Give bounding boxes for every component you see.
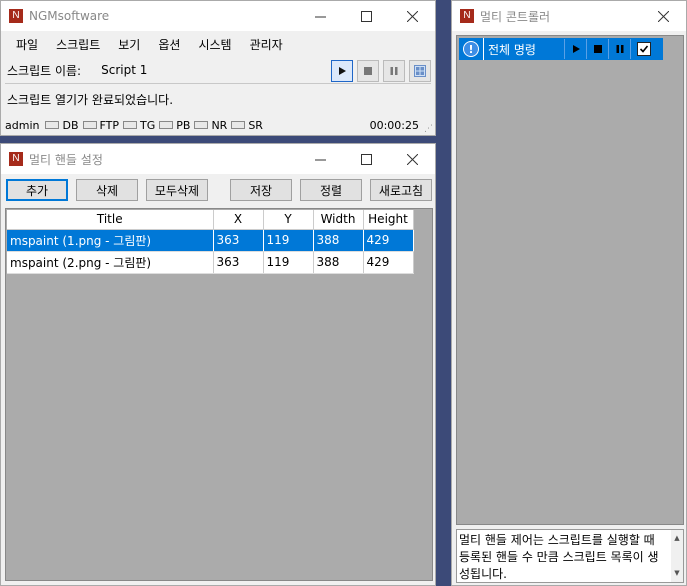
cell-title[interactable]: mspaint (2.png - 그림판)	[7, 251, 214, 274]
cell-x[interactable]: 363	[213, 229, 264, 252]
grid-view-button[interactable]	[409, 60, 431, 82]
play-icon	[572, 45, 580, 53]
play-button[interactable]	[331, 60, 353, 82]
script-row: 스크립트 이름: Script 1	[1, 57, 435, 83]
app-icon: N	[9, 152, 23, 166]
statusbar: admin DB FTP TG PB NR SR 00:00:25 ⋰	[1, 114, 435, 135]
indicator-ftp: FTP	[82, 119, 119, 132]
indicator-db: DB	[45, 119, 79, 132]
menu-options[interactable]: 옵션	[149, 36, 189, 53]
menu-system[interactable]: 시스템	[189, 36, 240, 53]
maximize-button[interactable]	[343, 1, 389, 31]
description-text: 멀티 핸들 제어는 스크립트를 실행할 때 등록된 핸들 수 만큼 스크립트 목…	[459, 533, 659, 581]
select-all-toggle[interactable]	[630, 39, 652, 59]
close-button[interactable]	[640, 1, 686, 31]
column-header-y[interactable]: Y	[263, 210, 314, 230]
main-window-title: NGMsoftware	[29, 9, 110, 23]
indicator-nr: NR	[194, 119, 227, 132]
play-all-button[interactable]	[564, 39, 586, 59]
app-icon: N	[460, 9, 474, 23]
menu-script[interactable]: 스크립트	[47, 36, 109, 53]
divider	[483, 38, 484, 60]
pause-icon	[390, 67, 398, 75]
play-icon	[339, 67, 346, 75]
cell-x[interactable]: 363	[213, 251, 264, 274]
delete-button[interactable]: 삭제	[76, 179, 138, 201]
script-name-value: Script 1	[101, 63, 148, 77]
app-icon: N	[9, 9, 23, 23]
all-command-label: 전체 명령	[488, 42, 536, 57]
cell-height[interactable]: 429	[363, 251, 414, 274]
close-button[interactable]	[389, 1, 435, 31]
add-button[interactable]: 추가	[6, 179, 68, 201]
menu-file[interactable]: 파일	[7, 36, 47, 53]
column-header-width[interactable]: Width	[313, 210, 364, 230]
menu-view[interactable]: 보기	[109, 36, 149, 53]
cell-width[interactable]: 388	[313, 229, 364, 252]
close-button[interactable]	[389, 144, 435, 174]
column-header-x[interactable]: X	[213, 210, 264, 230]
cell-y[interactable]: 119	[263, 229, 314, 252]
indicator-sr: SR	[231, 119, 263, 132]
status-message: 스크립트 열기가 완료되었습니다.	[7, 92, 174, 107]
user-label: admin	[5, 118, 40, 132]
resize-grip-icon[interactable]: ⋰	[424, 124, 433, 134]
cell-height[interactable]: 429	[363, 229, 414, 252]
delete-all-button[interactable]: 모두삭제	[146, 179, 208, 201]
pause-button[interactable]	[383, 60, 405, 82]
menubar: 파일 스크립트 보기 옵션 시스템 관리자	[1, 31, 435, 57]
cell-title[interactable]: mspaint (1.png - 그림판)	[7, 229, 214, 252]
pause-all-button[interactable]	[608, 39, 630, 59]
description-scrollbar[interactable]: ▲ ▼	[671, 530, 683, 582]
main-titlebar[interactable]: N NGMsoftware	[1, 1, 435, 31]
main-window: N NGMsoftware 파일 스크립트 보기 옵션 시스템 관리자 스크립트…	[0, 0, 436, 136]
handle-window-title: 멀티 핸들 설정	[29, 152, 103, 167]
sort-button[interactable]: 정렬	[300, 179, 362, 201]
controller-list[interactable]: ! 전체 명령	[456, 35, 684, 525]
multi-controller-window: N 멀티 콘트롤러 ! 전체 명령 멀티 핸들 제어는 스크립트를 실행할 때 …	[451, 0, 687, 586]
save-button[interactable]: 저장	[230, 179, 292, 201]
cell-width[interactable]: 388	[313, 251, 364, 274]
stop-all-button[interactable]	[586, 39, 608, 59]
scroll-down-icon[interactable]: ▼	[674, 565, 679, 582]
stop-button[interactable]	[357, 60, 379, 82]
stop-icon	[593, 45, 602, 53]
controller-description: 멀티 핸들 제어는 스크립트를 실행할 때 등록된 핸들 수 만큼 스크립트 목…	[456, 529, 684, 583]
table-row[interactable]: mspaint (2.png - 그림판) 363 119 388 429	[7, 251, 414, 274]
warning-icon: !	[463, 41, 479, 57]
maximize-button[interactable]	[343, 144, 389, 174]
indicator-pb: PB	[159, 119, 190, 132]
grid-icon	[414, 65, 426, 77]
column-header-height[interactable]: Height	[363, 210, 414, 230]
checkbox-checked-icon[interactable]	[636, 42, 651, 56]
controller-titlebar[interactable]: N 멀티 콘트롤러	[452, 1, 686, 31]
controller-window-title: 멀티 콘트롤러	[480, 9, 551, 24]
handle-toolbar: 추가 삭제 모두삭제 저장 정렬 새로고침	[1, 174, 435, 206]
script-name-label: 스크립트 이름:	[7, 63, 82, 78]
elapsed-time: 00:00:25	[369, 118, 419, 132]
stop-icon	[364, 67, 372, 75]
handle-table: Title X Y Width Height mspaint (1.png - …	[7, 210, 414, 274]
refresh-button[interactable]: 새로고침	[370, 179, 432, 201]
minimize-button[interactable]	[297, 144, 343, 174]
column-header-title[interactable]: Title	[7, 210, 214, 230]
handle-titlebar[interactable]: N 멀티 핸들 설정	[1, 144, 435, 174]
minimize-button[interactable]	[297, 1, 343, 31]
table-row[interactable]: mspaint (1.png - 그림판) 363 119 388 429	[7, 229, 414, 252]
pause-icon	[616, 45, 623, 53]
handle-settings-window: N 멀티 핸들 설정 추가 삭제 모두삭제 저장 정렬 새로고침 Title X…	[0, 143, 436, 586]
all-command-row[interactable]: ! 전체 명령	[459, 38, 663, 60]
menu-admin[interactable]: 관리자	[241, 36, 292, 53]
cell-y[interactable]: 119	[263, 251, 314, 274]
scroll-up-icon[interactable]: ▲	[674, 530, 679, 547]
handle-grid[interactable]: Title X Y Width Height mspaint (1.png - …	[5, 208, 433, 581]
indicator-tg: TG	[123, 119, 155, 132]
